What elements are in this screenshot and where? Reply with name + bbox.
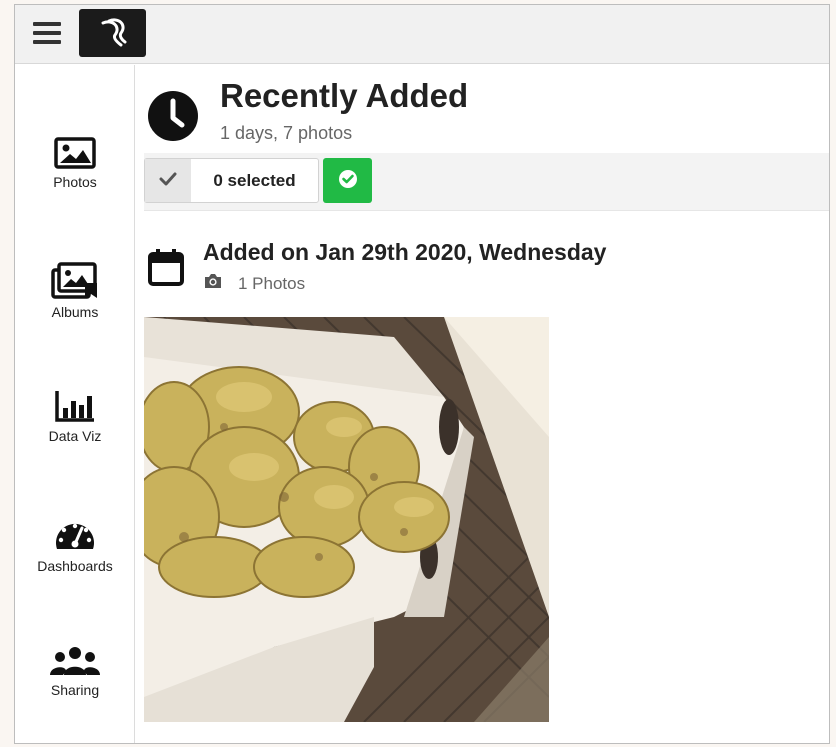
sidebar-item-label: Photos [53, 174, 97, 190]
group-date-heading: Added on Jan 29th 2020, Wednesday [203, 239, 607, 265]
app-window: Photos Albums Data Viz Dashboards Sharin… [14, 4, 830, 744]
gauge-icon [15, 515, 135, 557]
group-photo-count-label: 1 Photos [238, 273, 306, 293]
selected-count: 0 selected [213, 170, 296, 190]
main-content: Recently Added 1 days, 7 photos 0 select… [136, 65, 829, 743]
camera-icon [203, 273, 223, 294]
sidebar-item-sharing[interactable]: Sharing [15, 645, 135, 698]
fried-food-photo [144, 317, 549, 722]
checkmark-icon [159, 171, 177, 190]
clock-icon [147, 90, 199, 146]
app-logo-icon[interactable] [79, 9, 146, 57]
page-subtitle: 1 days, 7 photos [220, 123, 353, 143]
group-photo-count: 1 Photos [203, 273, 305, 294]
sidebar-item-dashboards[interactable]: Dashboards [15, 515, 135, 574]
selection-bar: 0 selected [144, 153, 829, 211]
page-title: Recently Added [220, 77, 469, 114]
photo-thumbnail[interactable] [144, 317, 549, 722]
bar-chart-icon [15, 389, 135, 427]
calendar-icon [147, 247, 185, 291]
sidebar-item-albums[interactable]: Albums [15, 261, 135, 320]
check-circle-icon [338, 169, 358, 193]
sidebar-item-label: Sharing [50, 682, 100, 698]
hamburger-icon[interactable] [33, 22, 61, 46]
sidebar-item-label: Dashboards [37, 558, 113, 574]
albums-icon [15, 261, 135, 303]
sidebar-item-label: Data Viz [48, 428, 102, 444]
users-icon [15, 645, 135, 681]
select-toggle-button[interactable] [145, 159, 191, 202]
sidebar: Photos Albums Data Viz Dashboards Sharin… [15, 65, 135, 743]
sidebar-item-data-viz[interactable]: Data Viz [15, 389, 135, 444]
top-bar [15, 5, 829, 64]
sidebar-item-photos[interactable]: Photos [15, 137, 135, 190]
confirm-selection-button[interactable] [323, 158, 372, 203]
selection-group: 0 selected [144, 158, 319, 203]
image-icon [15, 137, 135, 173]
sidebar-item-label: Albums [51, 304, 99, 320]
